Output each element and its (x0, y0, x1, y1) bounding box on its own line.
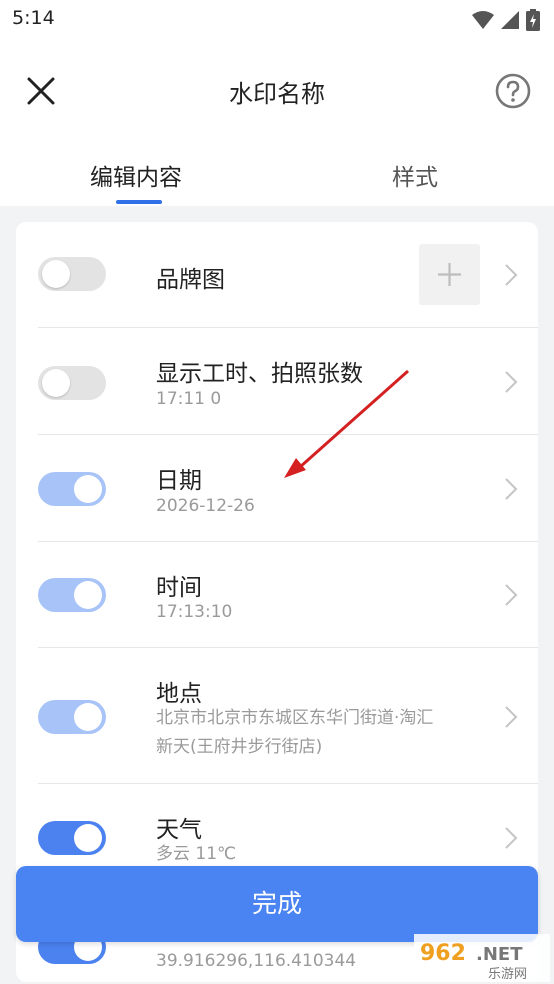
list-item-location[interactable]: 地点 北京市北京市东城区东华门街道·淘汇 新天(王府井步行街店) (16, 648, 538, 784)
time-toggle[interactable] (38, 578, 106, 612)
item-label: 显示工时、拍照张数 (156, 361, 363, 387)
add-brand-image-button[interactable] (419, 244, 480, 305)
tab-edit-content[interactable]: 编辑内容 (90, 158, 182, 192)
chevron-right-icon[interactable] (504, 370, 518, 394)
status-icons (472, 9, 540, 31)
watermark-logo: 962 .NET 乐游网 (414, 934, 550, 982)
chevron-right-icon[interactable] (504, 583, 518, 607)
chevron-right-icon[interactable] (504, 263, 518, 287)
item-label: 日期 (156, 468, 202, 494)
brand-image-toggle[interactable] (38, 257, 106, 291)
item-value: 17:13:10 (156, 602, 233, 622)
plus-icon (438, 263, 461, 286)
chevron-right-icon[interactable] (504, 826, 518, 850)
list-item-work-hours[interactable]: 显示工时、拍照张数 17:11 0 (16, 328, 538, 435)
done-button[interactable]: 完成 (16, 866, 538, 942)
svg-text:962: 962 (420, 941, 466, 966)
status-time: 5:14 (12, 7, 55, 29)
list-item-date[interactable]: 日期 2026-12-26 (16, 435, 538, 542)
tab-active-indicator (116, 200, 162, 204)
help-icon[interactable] (494, 72, 532, 110)
date-toggle[interactable] (38, 472, 106, 506)
item-value-line-2: 新天(王府井步行街店) (156, 737, 323, 757)
tab-style[interactable]: 样式 (392, 158, 438, 192)
item-value: 39.916296,116.410344 (156, 951, 357, 971)
svg-text:.NET: .NET (476, 944, 523, 965)
chevron-right-icon[interactable] (504, 705, 518, 729)
status-bar: 5:14 (0, 0, 554, 40)
page-title: 水印名称 (229, 80, 325, 108)
battery-icon (526, 9, 540, 31)
item-value-line-1: 北京市北京市东城区东华门街道·淘汇 (156, 708, 434, 728)
item-value: 2026-12-26 (156, 496, 255, 516)
work-hours-toggle[interactable] (38, 366, 106, 400)
list-item-brand-image[interactable]: 品牌图 (16, 222, 538, 328)
item-label: 品牌图 (156, 267, 225, 293)
location-toggle[interactable] (38, 700, 106, 734)
top-navbar: 水印名称 (0, 40, 554, 140)
chevron-right-icon[interactable] (504, 477, 518, 501)
tab-bar: 编辑内容 样式 (0, 140, 554, 206)
weather-toggle[interactable] (38, 821, 106, 855)
list-item-time[interactable]: 时间 17:13:10 (16, 542, 538, 648)
svg-text:乐游网: 乐游网 (488, 967, 527, 982)
signal-icon (501, 11, 519, 29)
wifi-icon (472, 11, 494, 29)
item-value: 17:11 0 (156, 389, 222, 409)
